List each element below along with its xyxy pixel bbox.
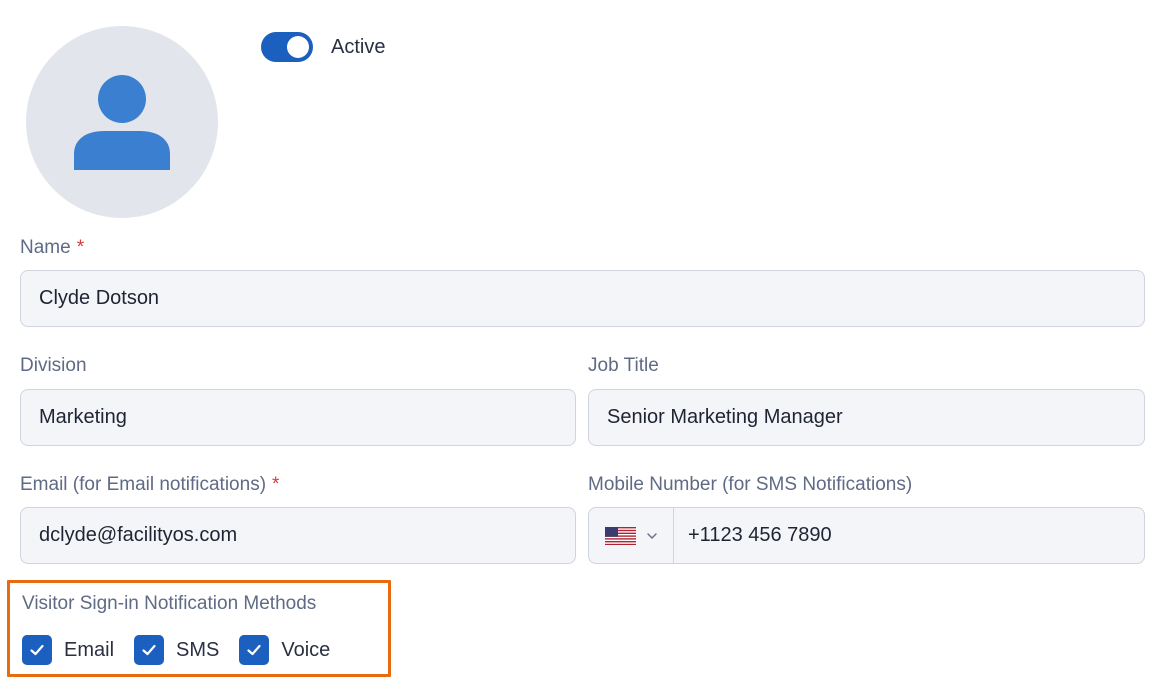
sms-method-checkbox[interactable]: SMS	[134, 635, 219, 665]
check-icon	[142, 644, 156, 656]
name-label-text: Name	[20, 237, 71, 258]
user-icon	[74, 75, 170, 170]
active-toggle-row: Active	[261, 32, 385, 62]
required-mark: *	[76, 237, 85, 258]
job-title-input[interactable]: Senior Marketing Manager	[588, 389, 1145, 446]
division-label: Division	[20, 355, 87, 376]
mobile-field: +1123 456 7890	[588, 507, 1145, 564]
mobile-input[interactable]: +1123 456 7890	[674, 524, 832, 547]
notification-methods-title: Visitor Sign-in Notification Methods	[22, 593, 317, 614]
checkbox[interactable]	[22, 635, 52, 665]
checkbox-label: Email	[64, 638, 115, 661]
us-flag-icon	[604, 526, 636, 545]
required-mark: *	[272, 474, 280, 495]
job-title-label: Job Title	[588, 355, 659, 376]
notification-methods-list: Email SMS Voice	[22, 635, 350, 665]
avatar[interactable]	[26, 26, 218, 218]
division-input[interactable]: Marketing	[20, 389, 576, 446]
country-code-select[interactable]	[589, 508, 674, 563]
active-toggle[interactable]	[261, 32, 313, 62]
check-icon	[247, 644, 261, 656]
email-label-text: Email (for Email notifications)	[20, 474, 267, 495]
voice-method-checkbox[interactable]: Voice	[239, 635, 330, 665]
chevron-down-icon	[646, 532, 657, 539]
checkbox[interactable]	[239, 635, 270, 665]
name-label: Name *	[20, 237, 84, 259]
checkbox-label: Voice	[281, 638, 331, 661]
toggle-knob	[287, 36, 309, 58]
active-toggle-label: Active	[331, 35, 386, 58]
notification-methods-group: Visitor Sign-in Notification Methods Ema…	[7, 580, 391, 677]
check-icon	[30, 644, 44, 656]
email-input[interactable]: dclyde@facilityos.com	[20, 507, 576, 564]
name-input[interactable]: Clyde Dotson	[20, 270, 1145, 327]
email-label: Email (for Email notifications) *	[20, 474, 279, 496]
checkbox[interactable]	[134, 635, 165, 665]
mobile-label: Mobile Number (for SMS Notifications)	[588, 474, 913, 495]
email-method-checkbox[interactable]: Email	[22, 635, 114, 665]
user-profile-form: Active Name * Clyde Dotson Division Marke…	[0, 0, 1162, 695]
checkbox-label: SMS	[176, 638, 220, 661]
